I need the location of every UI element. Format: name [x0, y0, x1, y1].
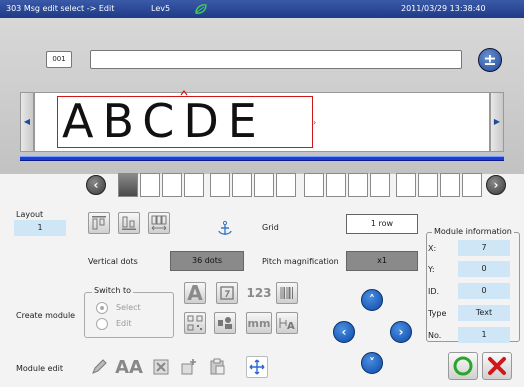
- strip-next-button[interactable]: ›: [486, 175, 506, 195]
- info-no-value: 1: [458, 327, 510, 343]
- anchor-icon[interactable]: [214, 218, 236, 240]
- logo-shape-icon[interactable]: [214, 312, 236, 334]
- module-slot-1[interactable]: [118, 173, 138, 197]
- module-end-marker-icon: ›: [313, 118, 317, 127]
- paste-icon[interactable]: [206, 356, 228, 378]
- module-slot[interactable]: [304, 173, 324, 197]
- svg-text:A: A: [287, 321, 295, 332]
- barcode-icon[interactable]: [276, 282, 298, 304]
- move-right-button[interactable]: ›: [390, 321, 412, 343]
- switch-to-group: [84, 292, 174, 338]
- qr-code-icon[interactable]: [184, 312, 206, 334]
- module-slot[interactable]: [418, 173, 438, 197]
- module-slot[interactable]: [276, 173, 296, 197]
- grid-label: Grid: [262, 223, 279, 232]
- module-slot[interactable]: [184, 173, 204, 197]
- radio-edit[interactable]: [96, 318, 108, 330]
- module-slot[interactable]: [254, 173, 274, 197]
- layout-value: 1: [14, 220, 66, 236]
- ok-circle-icon: [453, 356, 473, 376]
- plus-minus-button[interactable]: ±: [478, 48, 502, 72]
- delete-module-icon[interactable]: [150, 356, 172, 378]
- module-slot[interactable]: [162, 173, 182, 197]
- cancel-x-icon: [488, 357, 506, 375]
- caret-marker-icon: [180, 90, 188, 96]
- info-no-label: No.: [428, 331, 442, 340]
- user-level: Lev5: [151, 4, 171, 13]
- module-slot[interactable]: [348, 173, 368, 197]
- distribute-icon[interactable]: [148, 212, 170, 234]
- screen-title: 303 Msg edit select -> Edit: [6, 4, 115, 13]
- module-edit-label: Module edit: [16, 364, 63, 373]
- add-text-icon[interactable]: A: [184, 281, 206, 305]
- print-timeline: [20, 156, 504, 161]
- info-x-value: 7: [458, 240, 510, 256]
- font-size-icon[interactable]: AA: [115, 356, 143, 378]
- radio-select-label: Select: [116, 303, 141, 312]
- scroll-left-button[interactable]: ◀: [20, 92, 34, 152]
- calendar-icon[interactable]: [216, 282, 238, 304]
- cancel-button[interactable]: [482, 352, 512, 380]
- leaf-icon: [195, 4, 207, 14]
- message-text-field[interactable]: [90, 50, 462, 69]
- pencil-icon[interactable]: [88, 356, 110, 378]
- counter-icon[interactable]: 123: [246, 282, 272, 304]
- vertical-dots-field[interactable]: 36 dots: [170, 251, 244, 271]
- ok-button[interactable]: [448, 352, 478, 380]
- switch-to-title: Switch to: [92, 286, 134, 295]
- vertical-dots-label: Vertical dots: [88, 257, 138, 266]
- radio-edit-label: Edit: [116, 319, 132, 328]
- info-id-label: ID.: [428, 287, 440, 296]
- move-down-button[interactable]: ˅: [361, 352, 383, 374]
- info-type-label: Type: [428, 309, 447, 318]
- move-left-button[interactable]: ‹: [333, 321, 355, 343]
- module-information-title: Module information: [432, 227, 514, 236]
- info-x-label: X:: [428, 244, 437, 253]
- datetime: 2011/03/29 13:38:40: [401, 4, 486, 13]
- module-slot[interactable]: [232, 173, 252, 197]
- module-slot[interactable]: [326, 173, 346, 197]
- title-bar: 303 Msg edit select -> Edit Lev5 2011/03…: [0, 0, 524, 18]
- insert-module-icon[interactable]: [178, 356, 200, 378]
- selected-module-frame[interactable]: [57, 96, 313, 148]
- module-slot[interactable]: [440, 173, 460, 197]
- create-module-label: Create module: [16, 311, 76, 320]
- pitch-label: Pitch magnification: [262, 257, 339, 266]
- module-slot[interactable]: [462, 173, 482, 197]
- module-slot[interactable]: [140, 173, 160, 197]
- radio-select[interactable]: [96, 302, 108, 314]
- module-slot[interactable]: [210, 173, 230, 197]
- move-cross-icon[interactable]: [246, 356, 268, 378]
- align-bottom-icon[interactable]: [118, 212, 140, 234]
- layout-label: Layout: [16, 210, 44, 219]
- move-up-button[interactable]: ˄: [361, 289, 383, 311]
- module-slot[interactable]: [370, 173, 390, 197]
- align-top-icon[interactable]: [88, 212, 110, 234]
- scroll-right-button[interactable]: ▶: [490, 92, 504, 152]
- unit-mm-icon[interactable]: mm: [246, 312, 272, 334]
- info-y-value: 0: [458, 261, 510, 277]
- module-slot[interactable]: [396, 173, 416, 197]
- grid-field[interactable]: 1 row: [346, 214, 418, 234]
- message-number: 001: [46, 51, 72, 68]
- pitch-field[interactable]: x1: [346, 251, 418, 271]
- info-y-label: Y:: [428, 265, 435, 274]
- info-id-value: 0: [458, 283, 510, 299]
- strip-prev-button[interactable]: ‹: [86, 175, 106, 195]
- char-width-icon[interactable]: A: [276, 312, 298, 334]
- info-type-value: Text: [458, 305, 510, 321]
